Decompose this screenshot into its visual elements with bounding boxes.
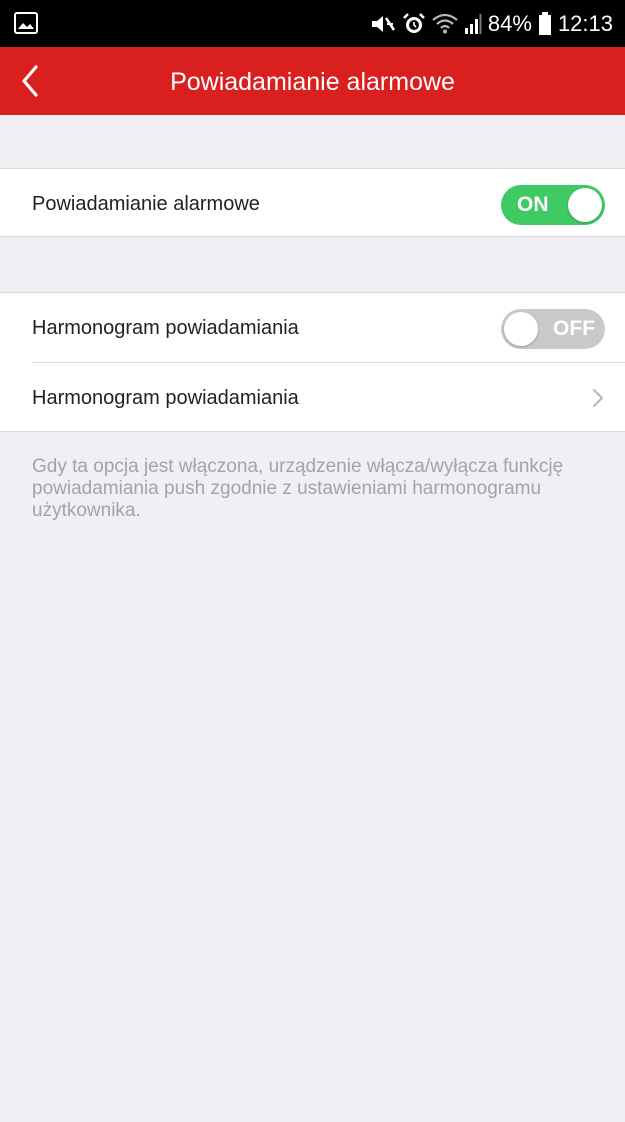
schedule-hint-text: Gdy ta opcja jest włączona, urządzenie w… (32, 456, 564, 521)
alarm-notification-toggle[interactable]: ON (501, 185, 605, 225)
signal-icon (464, 13, 482, 35)
schedule-link-label: Harmonogram powiadamiania (32, 387, 299, 409)
alarm-icon (402, 12, 426, 36)
schedule-link-row[interactable]: Harmonogram powiadamiania (0, 363, 625, 432)
status-bar: 84% 12:13 (0, 0, 625, 47)
schedule-group: Harmonogram powiadamiania OFF Harmonogra… (0, 292, 625, 432)
schedule-toggle-label: Harmonogram powiadamiania (32, 317, 299, 339)
mute-icon (370, 13, 396, 35)
page-title: Powiadamianie alarmowe (170, 68, 455, 96)
chevron-right-icon (593, 389, 603, 407)
status-icons: 84% 12:13 (370, 9, 613, 39)
schedule-toggle[interactable]: OFF (501, 309, 605, 349)
battery-percent: 84% (487, 11, 532, 36)
toggle-on-text: ON (517, 193, 549, 216)
toggle-knob (504, 312, 538, 346)
clock-time: 12:13 (557, 11, 613, 36)
battery-icon (538, 12, 552, 36)
image-icon (14, 12, 38, 34)
toggle-off-text: OFF (553, 317, 595, 340)
wifi-icon (432, 13, 458, 35)
alarm-notification-label: Powiadamianie alarmowe (32, 193, 260, 215)
alarm-notification-row: Powiadamianie alarmowe ON (0, 168, 625, 237)
schedule-toggle-row: Harmonogram powiadamiania OFF (0, 293, 625, 362)
toggle-knob (568, 188, 602, 222)
app-header: Powiadamianie alarmowe (0, 47, 625, 115)
